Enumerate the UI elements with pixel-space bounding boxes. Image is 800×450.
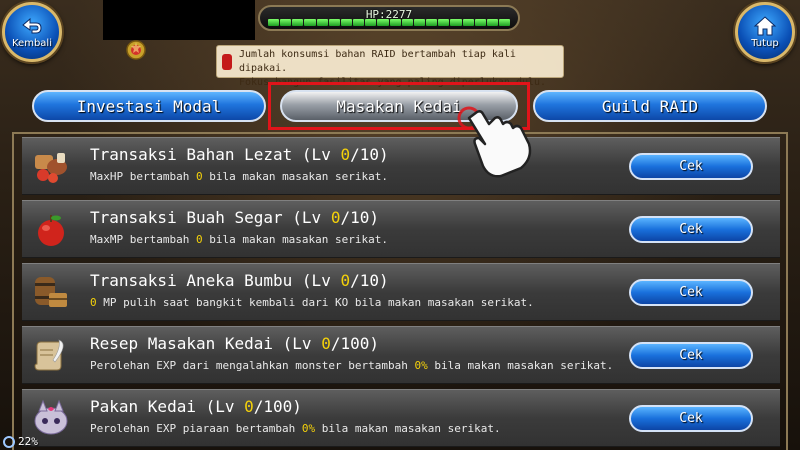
list-item: Transaksi Bahan Lezat (Lv 0/10) MaxHP be…: [22, 137, 780, 195]
tutorial-pointer-hand-icon: [457, 106, 532, 178]
notice-line-1: Jumlah konsumsi bahan RAID bertambah tia…: [239, 49, 516, 74]
row-title: Transaksi Aneka Bumbu (Lv 0/10): [90, 271, 389, 290]
loading-spinner-icon: [3, 436, 15, 448]
tab-investasi-modal[interactable]: Investasi Modal: [32, 90, 266, 122]
redacted-area: [103, 0, 255, 40]
row-title: Pakan Kedai (Lv 0/100): [90, 397, 302, 416]
cek-button[interactable]: Cek: [629, 153, 753, 180]
notice-marker-icon: [222, 54, 232, 70]
apple-icon: [38, 215, 64, 246]
pet-icon: [34, 399, 68, 435]
facility-list: Transaksi Bahan Lezat (Lv 0/10) MaxHP be…: [22, 137, 780, 450]
panel-frame-top: [12, 132, 788, 134]
row-title: Resep Masakan Kedai (Lv 0/100): [90, 334, 379, 353]
return-arrow-icon: [22, 17, 42, 34]
medal-icon: [126, 40, 146, 60]
back-button[interactable]: Kembali: [2, 2, 62, 62]
tab-guild-raid[interactable]: Guild RAID: [533, 90, 767, 122]
cek-button[interactable]: Cek: [629, 405, 753, 432]
cek-button[interactable]: Cek: [629, 279, 753, 306]
panel-frame-right: [786, 132, 788, 450]
scroll-quill-icon: [34, 339, 64, 371]
load-percent: 22%: [18, 435, 38, 448]
row-description: MaxHP bertambah 0 bila makan masakan ser…: [90, 170, 389, 183]
hp-bar: [268, 19, 511, 26]
close-button[interactable]: Tutup: [735, 2, 795, 62]
row-description: MaxMP bertambah 0 bila makan masakan ser…: [90, 233, 389, 246]
list-item: Transaksi Buah Segar (Lv 0/10) MaxMP ber…: [22, 200, 780, 258]
row-description: Perolehan EXP dari mengalahkan monster b…: [90, 359, 614, 372]
back-label: Kembali: [12, 38, 52, 49]
row-description: Perolehan EXP piaraan bertambah 0% bila …: [90, 422, 501, 435]
row-title: Transaksi Bahan Lezat (Lv 0/10): [90, 145, 389, 164]
cek-button[interactable]: Cek: [629, 216, 753, 243]
hp-bar-frame: HP:2277: [258, 5, 520, 31]
row-description: 0 MP pulih saat bangkit kembali dari KO …: [90, 296, 534, 309]
panel-frame-left: [12, 132, 14, 450]
list-item: Resep Masakan Kedai (Lv 0/100) Perolehan…: [22, 326, 780, 384]
ingredients-icon: [35, 153, 67, 183]
barrel-icon: [35, 277, 67, 307]
cek-button[interactable]: Cek: [629, 342, 753, 369]
list-item: Pakan Kedai (Lv 0/100) Perolehan EXP pia…: [22, 389, 780, 447]
tab-label: Guild RAID: [601, 96, 699, 116]
close-label: Tutup: [751, 38, 779, 49]
row-title: Transaksi Buah Segar (Lv 0/10): [90, 208, 379, 227]
notice-box: Jumlah konsumsi bahan RAID bertambah tia…: [216, 45, 564, 88]
home-icon: [753, 16, 777, 36]
tab-label: Investasi Modal: [76, 96, 222, 116]
list-item: Transaksi Aneka Bumbu (Lv 0/10) 0 MP pul…: [22, 263, 780, 321]
